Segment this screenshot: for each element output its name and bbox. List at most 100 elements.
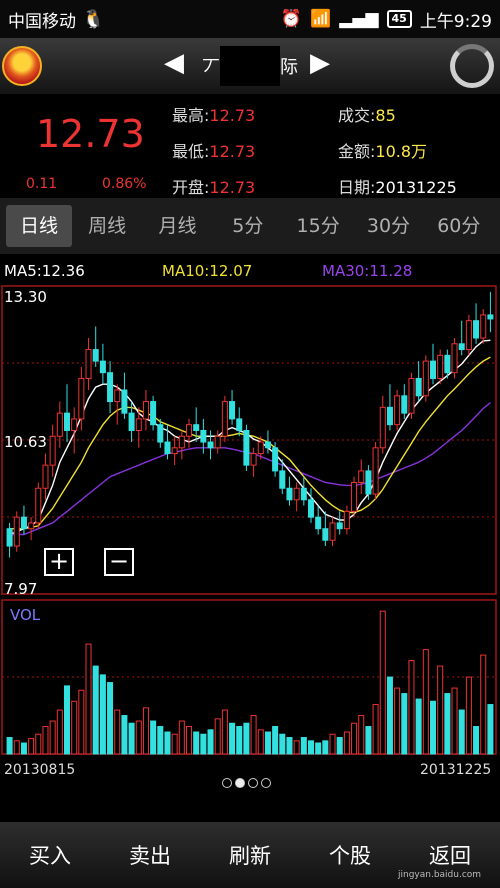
x-start-date: 20130815	[4, 762, 75, 778]
candle-body	[444, 354, 451, 374]
volume-bar	[279, 733, 286, 755]
volume-bar	[372, 704, 379, 755]
candle-body	[257, 441, 264, 455]
volume-bar	[473, 726, 480, 755]
candle-body	[243, 429, 250, 466]
candle-body	[150, 401, 157, 426]
y-tick-bottom: 7.97	[4, 580, 37, 598]
loading-ring-icon[interactable]	[450, 44, 494, 88]
candle-body	[20, 516, 27, 530]
stock-detail-button[interactable]: 个股	[300, 840, 400, 870]
vol-label: VOL	[10, 606, 41, 624]
ma5-label: MA5:12.36	[4, 262, 85, 280]
candle-body	[487, 314, 494, 320]
high-row: 最高:12.73	[172, 106, 256, 125]
volume-bar	[336, 737, 343, 755]
tab-monthly[interactable]: 月线	[142, 205, 212, 247]
volume-row: 成交:85	[338, 106, 396, 125]
volume-bar	[487, 704, 494, 755]
candle-body	[142, 401, 149, 420]
page-dot[interactable]	[248, 778, 258, 788]
volume-bar	[322, 740, 329, 755]
page-dot[interactable]	[222, 778, 232, 788]
zoom-out-button[interactable]: −	[104, 548, 134, 576]
volume-bar	[71, 700, 78, 755]
candle-body	[135, 418, 142, 431]
candle-body	[56, 412, 63, 437]
candle-body	[200, 429, 207, 443]
volume-bar	[221, 709, 228, 755]
tab-60min[interactable]: 60分	[424, 205, 494, 247]
tab-15min[interactable]: 15分	[283, 205, 353, 247]
ma-legend: MA5:12.36 MA10:12.07 MA30:11.28	[0, 262, 500, 282]
candle-body	[193, 424, 200, 431]
volume-bar	[135, 720, 142, 755]
volume-bar	[35, 733, 42, 755]
candle-body	[214, 435, 221, 449]
candle-body	[372, 447, 379, 495]
app-logo-icon[interactable]	[2, 46, 42, 86]
candle-body	[386, 406, 393, 426]
volume-bar	[92, 665, 99, 755]
zoom-in-button[interactable]: +	[44, 548, 74, 576]
next-stock-arrow-icon[interactable]: ▶	[310, 48, 330, 78]
volume-bar	[236, 726, 243, 755]
candle-body	[207, 441, 214, 449]
volume-bar	[329, 733, 336, 755]
buy-button[interactable]: 买入	[0, 840, 100, 870]
volume-bar	[343, 731, 350, 755]
date-row: 日期:20131225	[338, 178, 457, 197]
candle-body	[49, 435, 56, 466]
volume-bar	[250, 715, 257, 755]
y-tick-top: 13.30	[4, 288, 47, 306]
candles	[6, 291, 494, 558]
battery-icon: 45	[386, 10, 412, 28]
tab-30min[interactable]: 30分	[353, 205, 423, 247]
candle-body	[429, 360, 437, 379]
candle-body	[415, 377, 422, 397]
volume-bar	[257, 729, 264, 755]
volume-bar	[315, 742, 322, 755]
candle-body	[351, 481, 358, 512]
candle-body	[28, 522, 35, 530]
candle-body	[221, 401, 228, 437]
low-row: 最低:12.73	[172, 142, 256, 161]
candle-body	[422, 360, 429, 397]
prev-stock-arrow-icon[interactable]: ◀	[164, 48, 184, 78]
volume-bar	[157, 726, 164, 755]
sell-button[interactable]: 卖出	[100, 840, 200, 870]
volume-bar	[207, 729, 214, 755]
tab-5min[interactable]: 5分	[213, 205, 283, 247]
candle-body	[164, 441, 171, 455]
candle-body	[121, 389, 128, 414]
candle-body	[78, 377, 85, 420]
volume-bar	[20, 742, 27, 755]
back-button[interactable]: 返回	[400, 840, 500, 870]
volume-bar	[465, 676, 472, 755]
volume-bar	[42, 726, 49, 755]
title-bar: ◀ 丆 际 ▶	[0, 38, 500, 94]
volume-bar	[408, 660, 415, 755]
volume-bar	[286, 737, 293, 755]
alarm-icon: ⏰	[280, 9, 303, 29]
candle-body	[157, 424, 164, 443]
volume-bar	[264, 731, 271, 755]
candle-body	[358, 470, 365, 483]
amount-row: 金额:10.8万	[338, 142, 428, 161]
wifi-icon: 📶	[310, 9, 332, 29]
volume-bar	[415, 698, 422, 755]
refresh-button[interactable]: 刷新	[200, 840, 300, 870]
title-fragment-right: 际	[280, 57, 298, 78]
candle-body	[458, 343, 465, 351]
period-tabs: 日线 周线 月线 5分 15分 30分 60分	[0, 198, 500, 254]
candle-body	[394, 395, 401, 426]
tab-weekly[interactable]: 周线	[72, 205, 142, 247]
page-dot-active[interactable]	[235, 778, 245, 788]
carrier-name: 中国移动	[8, 11, 76, 32]
tab-daily[interactable]: 日线	[6, 205, 72, 247]
page-dot[interactable]	[261, 778, 271, 788]
kline-chart[interactable]: 13.30 10.63 7.97 VOL 20130815 20131225	[0, 282, 500, 778]
volume-bar	[451, 687, 458, 755]
candle-body	[473, 320, 480, 339]
volume-bar	[6, 737, 13, 755]
